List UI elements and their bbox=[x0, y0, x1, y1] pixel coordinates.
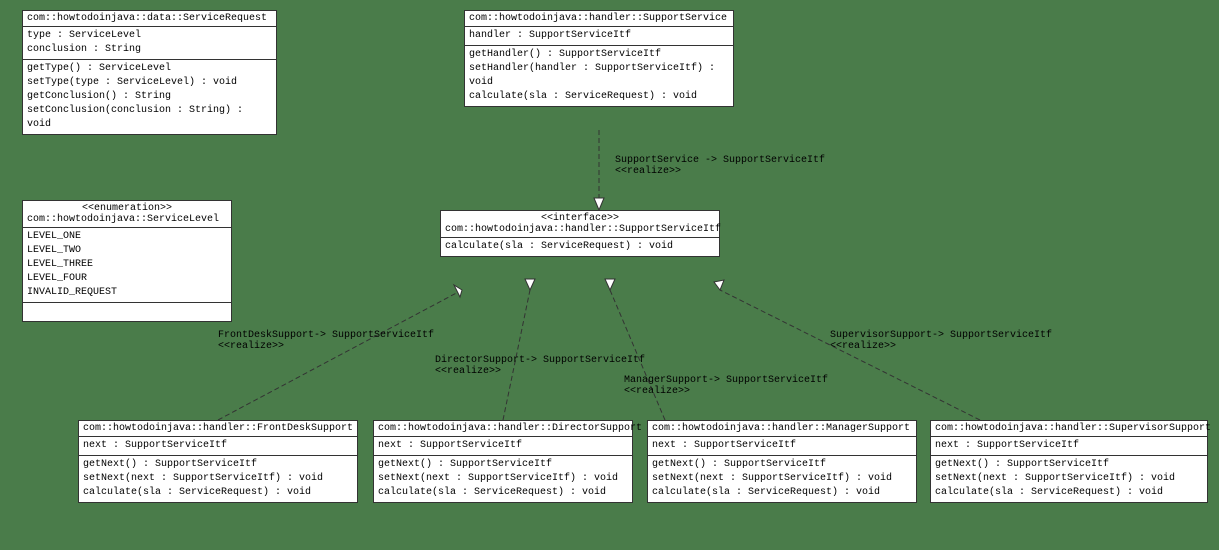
frontdesk-title-text: com::howtodoinjava::handler::FrontDeskSu… bbox=[83, 423, 353, 434]
mgr-field-1: next : SupportServiceItf bbox=[652, 439, 912, 453]
mgr-method-1: getNext() : SupportServiceItf bbox=[652, 458, 912, 472]
service-level-values: LEVEL_ONE LEVEL_TWO LEVEL_THREE LEVEL_FO… bbox=[23, 228, 231, 303]
supervisor-fields: next : SupportServiceItf bbox=[931, 437, 1207, 456]
service-request-title: com::howtodoinjava::data::ServiceRequest bbox=[23, 11, 276, 27]
sl-val-1: LEVEL_ONE bbox=[27, 230, 227, 244]
sup-method-2: setNext(next : SupportServiceItf) : void bbox=[935, 472, 1203, 486]
director-support-box: com::howtodoinjava::handler::DirectorSup… bbox=[373, 420, 633, 503]
dir-method-3: calculate(sla : ServiceRequest) : void bbox=[378, 486, 628, 500]
ss-method-3: calculate(sla : ServiceRequest) : void bbox=[469, 90, 729, 104]
ssitf-method-1: calculate(sla : ServiceRequest) : void bbox=[445, 240, 715, 254]
sl-val-3: LEVEL_THREE bbox=[27, 258, 227, 272]
mgr-method-2: setNext(next : SupportServiceItf) : void bbox=[652, 472, 912, 486]
support-service-box: com::howtodoinjava::handler::SupportServ… bbox=[464, 10, 734, 107]
service-level-title: <<enumeration>> com::howtodoinjava::Serv… bbox=[23, 201, 231, 228]
ss-method-1: getHandler() : SupportServiceItf bbox=[469, 48, 729, 62]
ss-method-2: setHandler(handler : SupportServiceItf) … bbox=[469, 62, 729, 90]
support-service-title: com::howtodoinjava::handler::SupportServ… bbox=[465, 11, 733, 27]
sup-method-3: calculate(sla : ServiceRequest) : void bbox=[935, 486, 1203, 500]
service-request-methods: getType() : ServiceLevel setType(type : … bbox=[23, 60, 276, 134]
service-level-stereotype: <<enumeration>> bbox=[27, 203, 227, 214]
fd-method-3: calculate(sla : ServiceRequest) : void bbox=[83, 486, 353, 500]
sr-field-1: type : ServiceLevel bbox=[27, 29, 272, 43]
frontdesk-realize-label: FrontDeskSupport-> SupportServiceItf <<r… bbox=[218, 330, 434, 352]
service-level-box: <<enumeration>> com::howtodoinjava::Serv… bbox=[22, 200, 232, 322]
diagram-container: com::howtodoinjava::data::ServiceRequest… bbox=[0, 0, 1219, 550]
frontdesk-title: com::howtodoinjava::handler::FrontDeskSu… bbox=[79, 421, 357, 437]
service-request-box: com::howtodoinjava::data::ServiceRequest… bbox=[22, 10, 277, 135]
manager-support-box: com::howtodoinjava::handler::ManagerSupp… bbox=[647, 420, 917, 503]
sr-method-4: setConclusion(conclusion : String) : voi… bbox=[27, 104, 272, 132]
dir-field-1: next : SupportServiceItf bbox=[378, 439, 628, 453]
sl-val-4: LEVEL_FOUR bbox=[27, 272, 227, 286]
sup-field-1: next : SupportServiceItf bbox=[935, 439, 1203, 453]
support-service-itf-methods: calculate(sla : ServiceRequest) : void bbox=[441, 238, 719, 256]
supervisor-title: com::howtodoinjava::handler::SupervisorS… bbox=[931, 421, 1207, 437]
mgr-method-3: calculate(sla : ServiceRequest) : void bbox=[652, 486, 912, 500]
manager-title: com::howtodoinjava::handler::ManagerSupp… bbox=[648, 421, 916, 437]
frontdesk-fields: next : SupportServiceItf bbox=[79, 437, 357, 456]
service-level-title-text: com::howtodoinjava::ServiceLevel bbox=[27, 214, 227, 225]
dir-method-1: getNext() : SupportServiceItf bbox=[378, 458, 628, 472]
support-service-itf-title: <<interface>> com::howtodoinjava::handle… bbox=[441, 211, 719, 238]
support-service-title-text: com::howtodoinjava::handler::SupportServ… bbox=[469, 13, 727, 24]
manager-methods: getNext() : SupportServiceItf setNext(ne… bbox=[648, 456, 916, 502]
ss-field-1: handler : SupportServiceItf bbox=[469, 29, 729, 43]
director-fields: next : SupportServiceItf bbox=[374, 437, 632, 456]
fd-method-1: getNext() : SupportServiceItf bbox=[83, 458, 353, 472]
sup-method-1: getNext() : SupportServiceItf bbox=[935, 458, 1203, 472]
service-request-fields: type : ServiceLevel conclusion : String bbox=[23, 27, 276, 60]
sr-method-3: getConclusion() : String bbox=[27, 90, 272, 104]
supervisor-title-text: com::howtodoinjava::handler::SupervisorS… bbox=[935, 423, 1211, 434]
support-service-methods: getHandler() : SupportServiceItf setHand… bbox=[465, 46, 733, 106]
service-level-empty bbox=[23, 303, 231, 321]
support-service-itf-stereotype: <<interface>> bbox=[445, 213, 715, 224]
dir-method-2: setNext(next : SupportServiceItf) : void bbox=[378, 472, 628, 486]
fd-field-1: next : SupportServiceItf bbox=[83, 439, 353, 453]
fd-method-2: setNext(next : SupportServiceItf) : void bbox=[83, 472, 353, 486]
supervisor-realize-label: SupervisorSupport-> SupportServiceItf <<… bbox=[830, 330, 1052, 352]
sl-val-2: LEVEL_TWO bbox=[27, 244, 227, 258]
frontdesk-support-box: com::howtodoinjava::handler::FrontDeskSu… bbox=[78, 420, 358, 503]
supervisor-methods: getNext() : SupportServiceItf setNext(ne… bbox=[931, 456, 1207, 502]
sl-val-5: INVALID_REQUEST bbox=[27, 286, 227, 300]
director-title-text: com::howtodoinjava::handler::DirectorSup… bbox=[378, 423, 642, 434]
support-service-itf-box: <<interface>> com::howtodoinjava::handle… bbox=[440, 210, 720, 257]
support-service-itf-title-text: com::howtodoinjava::handler::SupportServ… bbox=[445, 224, 715, 235]
sr-field-2: conclusion : String bbox=[27, 43, 272, 57]
supervisor-support-box: com::howtodoinjava::handler::SupervisorS… bbox=[930, 420, 1208, 503]
support-service-fields: handler : SupportServiceItf bbox=[465, 27, 733, 46]
frontdesk-methods: getNext() : SupportServiceItf setNext(ne… bbox=[79, 456, 357, 502]
sr-method-1: getType() : ServiceLevel bbox=[27, 62, 272, 76]
sr-method-2: setType(type : ServiceLevel) : void bbox=[27, 76, 272, 90]
director-realize-label: DirectorSupport-> SupportServiceItf <<re… bbox=[435, 355, 645, 377]
service-request-title-text: com::howtodoinjava::data::ServiceRequest bbox=[27, 13, 267, 24]
manager-fields: next : SupportServiceItf bbox=[648, 437, 916, 456]
support-service-realize-label: SupportService -> SupportServiceItf <<re… bbox=[615, 155, 825, 177]
manager-title-text: com::howtodoinjava::handler::ManagerSupp… bbox=[652, 423, 910, 434]
director-methods: getNext() : SupportServiceItf setNext(ne… bbox=[374, 456, 632, 502]
manager-realize-label: ManagerSupport-> SupportServiceItf <<rea… bbox=[624, 375, 828, 397]
director-title: com::howtodoinjava::handler::DirectorSup… bbox=[374, 421, 632, 437]
